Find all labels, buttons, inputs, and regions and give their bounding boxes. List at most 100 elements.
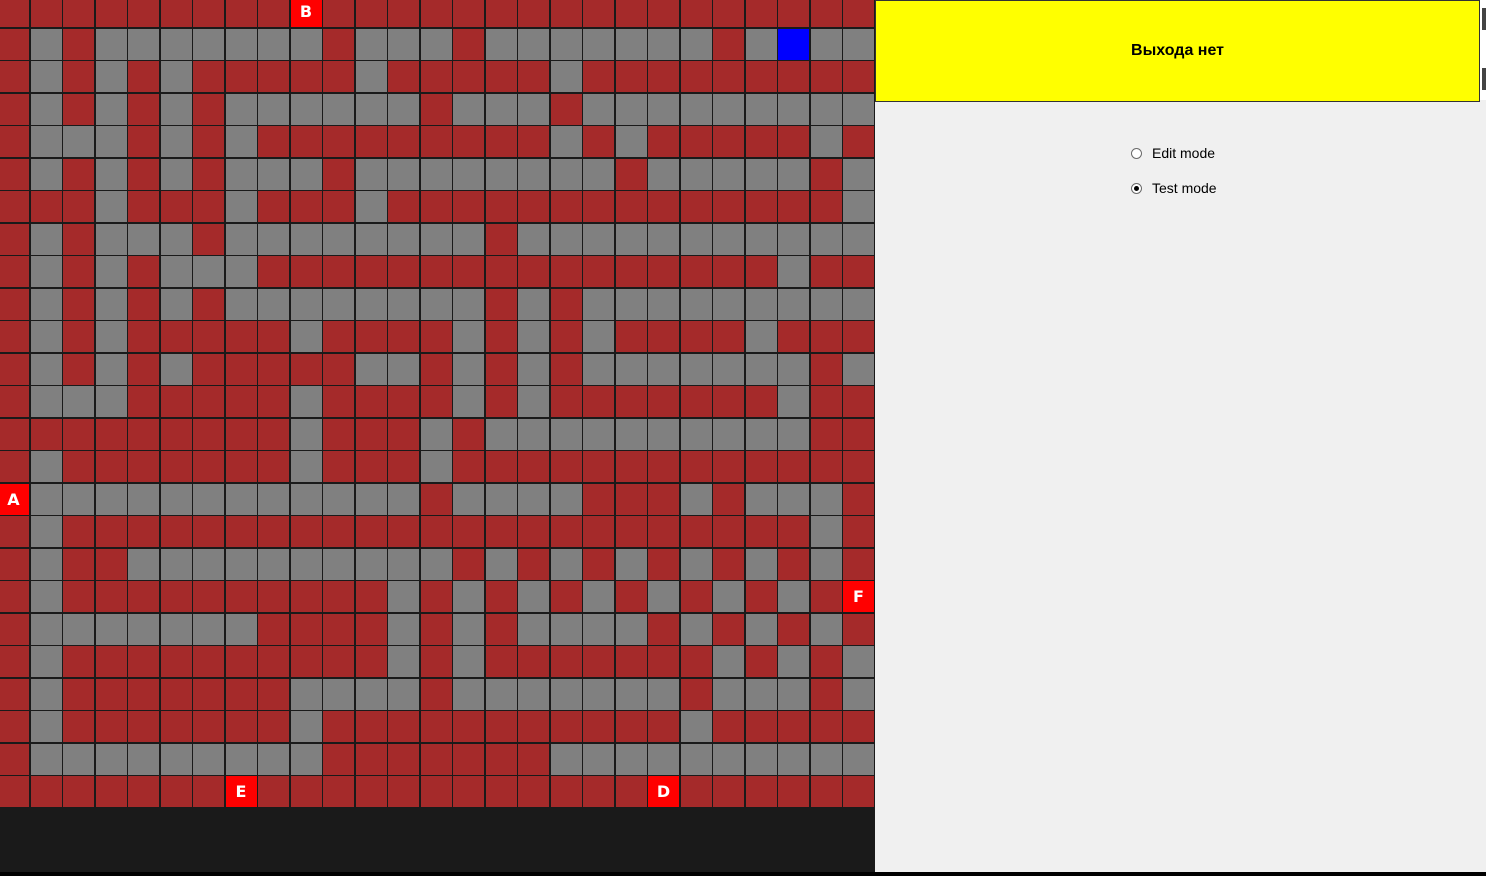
path-cell[interactable] [159, 287, 193, 321]
wall-cell[interactable] [419, 352, 453, 386]
wall-cell[interactable] [809, 677, 843, 711]
path-cell[interactable] [29, 352, 63, 386]
wall-cell[interactable] [354, 775, 388, 808]
wall-cell[interactable] [0, 320, 30, 353]
path-cell[interactable] [549, 677, 583, 711]
path-cell[interactable] [582, 417, 615, 451]
wall-cell[interactable] [712, 612, 745, 646]
path-cell[interactable] [679, 612, 713, 646]
wall-cell[interactable] [322, 417, 355, 451]
path-cell[interactable] [647, 287, 680, 321]
wall-cell[interactable] [354, 580, 388, 613]
path-cell[interactable] [549, 60, 583, 93]
path-cell[interactable] [614, 222, 648, 256]
wall-cell[interactable] [192, 60, 225, 93]
wall-cell[interactable] [62, 515, 95, 548]
wall-cell[interactable] [777, 320, 810, 353]
path-cell[interactable] [809, 547, 843, 581]
wall-cell[interactable] [127, 190, 160, 223]
path-cell[interactable] [94, 385, 128, 418]
path-cell[interactable] [744, 677, 778, 711]
path-cell[interactable] [29, 157, 63, 191]
path-cell[interactable] [354, 287, 388, 321]
path-cell[interactable] [94, 27, 128, 61]
path-cell[interactable] [809, 222, 843, 256]
path-cell[interactable] [517, 482, 550, 516]
path-cell[interactable] [582, 580, 615, 613]
wall-cell[interactable] [842, 482, 875, 516]
wall-cell[interactable] [62, 222, 95, 256]
wall-cell[interactable] [452, 775, 485, 808]
path-cell[interactable] [744, 320, 778, 353]
path-cell[interactable] [679, 352, 713, 386]
path-cell[interactable] [842, 645, 875, 678]
wall-cell[interactable] [192, 222, 225, 256]
wall-cell[interactable] [224, 710, 258, 743]
wall-cell[interactable] [192, 677, 225, 711]
wall-cell[interactable] [289, 255, 323, 288]
path-cell[interactable] [289, 92, 323, 126]
wall-cell[interactable] [679, 125, 713, 158]
wall-cell[interactable] [159, 710, 193, 743]
path-cell[interactable] [712, 645, 745, 678]
wall-cell[interactable] [192, 710, 225, 743]
path-cell[interactable] [549, 742, 583, 776]
wall-cell[interactable] [744, 255, 778, 288]
wall-cell[interactable] [387, 775, 420, 808]
path-cell[interactable] [322, 677, 355, 711]
wall-cell[interactable] [614, 450, 648, 483]
wall-cell[interactable] [517, 255, 550, 288]
wall-cell[interactable] [62, 645, 95, 678]
wall-cell[interactable] [257, 677, 290, 711]
wall-cell[interactable] [419, 612, 453, 646]
path-cell[interactable] [322, 92, 355, 126]
path-cell[interactable] [517, 287, 550, 321]
path-cell[interactable] [614, 742, 648, 776]
path-cell[interactable] [452, 482, 485, 516]
path-cell[interactable] [647, 352, 680, 386]
wall-cell[interactable] [224, 60, 258, 93]
path-cell[interactable] [94, 190, 128, 223]
wall-cell[interactable] [159, 775, 193, 808]
path-cell[interactable] [289, 287, 323, 321]
wall-cell[interactable] [419, 385, 453, 418]
wall-cell[interactable] [842, 125, 875, 158]
path-cell[interactable] [647, 27, 680, 61]
path-cell[interactable] [452, 580, 485, 613]
wall-cell[interactable] [322, 190, 355, 223]
wall-cell[interactable] [679, 60, 713, 93]
path-cell[interactable] [192, 612, 225, 646]
path-cell[interactable] [289, 417, 323, 451]
wall-cell[interactable] [29, 190, 63, 223]
path-cell[interactable] [452, 352, 485, 386]
path-cell[interactable] [517, 320, 550, 353]
path-cell[interactable] [159, 125, 193, 158]
wall-cell[interactable] [809, 775, 843, 808]
wall-cell[interactable] [452, 0, 485, 28]
path-cell[interactable] [614, 287, 648, 321]
wall-cell[interactable] [517, 547, 550, 581]
wall-cell[interactable] [419, 580, 453, 613]
path-cell[interactable] [289, 677, 323, 711]
path-cell[interactable] [94, 482, 128, 516]
wall-cell[interactable] [614, 775, 648, 808]
wall-cell[interactable] [484, 450, 518, 483]
path-cell[interactable] [517, 27, 550, 61]
wall-cell[interactable] [94, 677, 128, 711]
wall-cell[interactable] [289, 352, 323, 386]
path-cell[interactable] [289, 385, 323, 418]
path-cell[interactable] [777, 742, 810, 776]
wall-cell[interactable] [224, 352, 258, 386]
wall-cell[interactable] [192, 352, 225, 386]
path-cell[interactable] [809, 482, 843, 516]
path-cell[interactable] [842, 190, 875, 223]
wall-cell[interactable] [289, 580, 323, 613]
wall-cell[interactable] [0, 742, 30, 776]
path-cell[interactable] [419, 287, 453, 321]
wall-cell[interactable] [94, 450, 128, 483]
wall-cell[interactable] [257, 320, 290, 353]
path-cell[interactable] [484, 677, 518, 711]
wall-cell[interactable] [289, 645, 323, 678]
path-cell[interactable] [809, 92, 843, 126]
path-cell[interactable] [289, 710, 323, 743]
